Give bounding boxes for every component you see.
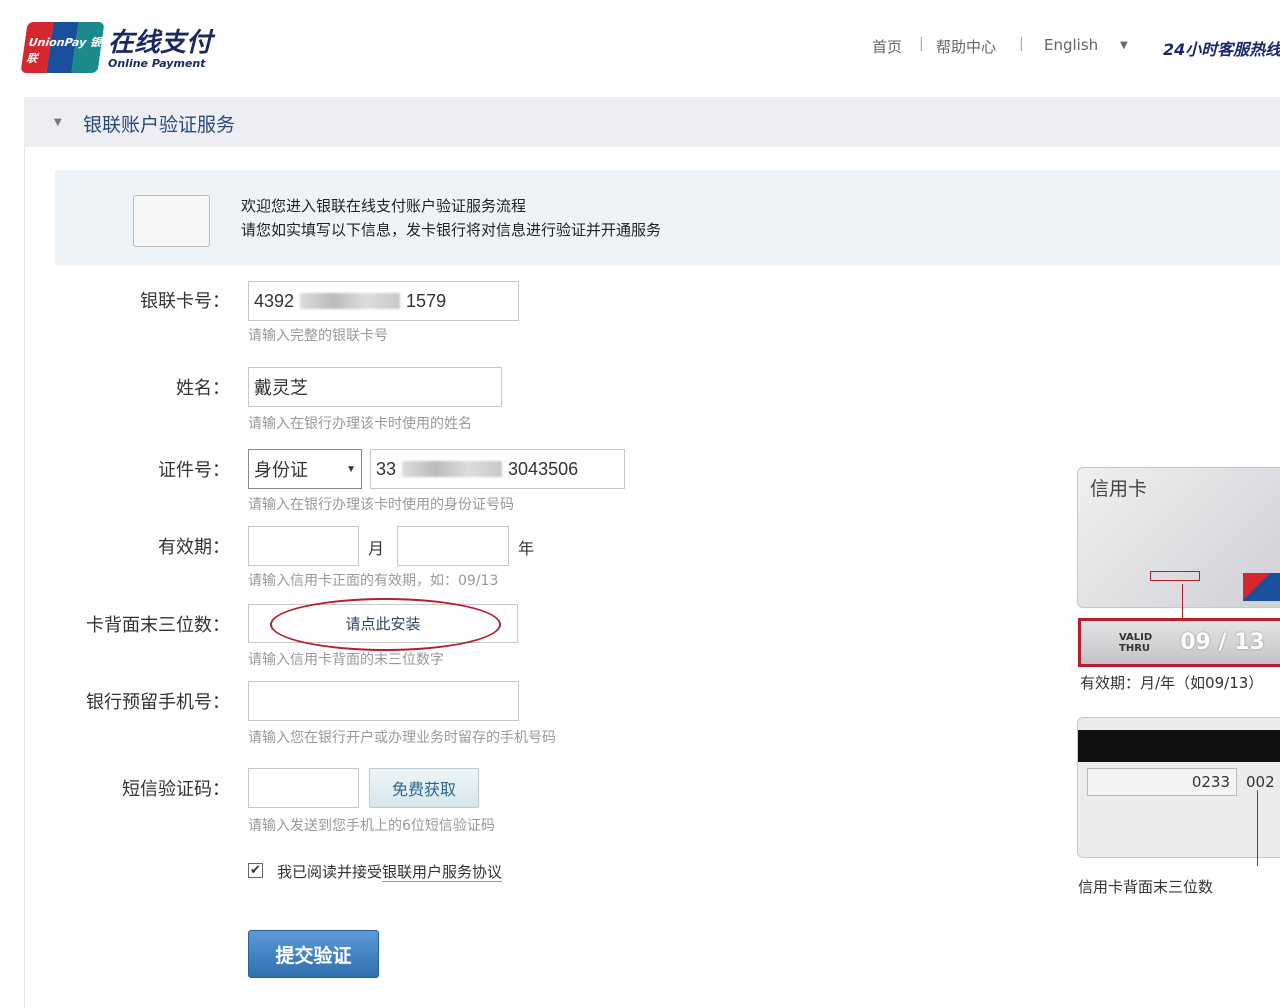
expiry-marker <box>1150 571 1200 581</box>
name-label: 姓名： <box>30 374 230 400</box>
phone-hint: 请输入您在银行开户或办理业务时留存的手机号码 <box>248 727 556 747</box>
pointer-line <box>1257 790 1258 866</box>
nav-divider: | <box>1019 36 1024 52</box>
nav-divider: | <box>919 36 924 52</box>
cvv-hint: 请输入信用卡背面的末三位数字 <box>248 649 444 669</box>
id-number-input[interactable]: 333043506 <box>370 449 625 489</box>
nav-home[interactable]: 首页 <box>872 36 902 57</box>
brand-title: 在线支付 <box>108 22 212 59</box>
pointer-line <box>1182 584 1183 618</box>
sms-hint: 请输入发送到您手机上的6位短信验证码 <box>248 815 495 835</box>
sms-code-input[interactable] <box>248 768 359 808</box>
panel-title: 银联账户验证服务 <box>83 110 235 137</box>
valid-thru-box: VALIDTHRU 09 / 13 <box>1078 618 1280 667</box>
expiry-label: 有效期： <box>30 533 230 559</box>
id-label: 证件号： <box>30 456 230 482</box>
magnetic-stripe <box>1078 730 1280 762</box>
phone-input[interactable] <box>248 681 519 721</box>
card-hint: 请输入完整的银联卡号 <box>248 325 388 345</box>
sms-label: 短信验证码： <box>30 775 230 801</box>
service-agreement-link[interactable]: 银联用户服务协议 <box>382 863 502 882</box>
month-unit: 月 <box>368 535 384 559</box>
agree-text: 我已阅读并接受银联用户服务协议 <box>277 861 502 882</box>
card-illustration-icon <box>133 195 210 247</box>
id-hint: 请输入在银行办理该卡时使用的身份证号码 <box>248 494 514 514</box>
credit-card-back: 0233 002 <box>1077 717 1280 858</box>
cvv-label: 卡背面末三位数： <box>30 611 230 637</box>
credit-card-front: 信用卡 <box>1077 467 1280 608</box>
hotline: 24小时客服热线 <box>1163 36 1280 60</box>
unionpay-logo: UnionPay 银联 <box>20 22 104 73</box>
submit-button[interactable]: 提交验证 <box>248 930 379 978</box>
name-input[interactable]: 戴灵芝 <box>248 367 502 407</box>
expiry-month-input[interactable] <box>248 526 359 566</box>
nav-help[interactable]: 帮助中心 <box>936 36 996 57</box>
chevron-down-icon[interactable]: ▼ <box>1120 40 1128 51</box>
card-label: 银联卡号： <box>30 287 230 313</box>
card-number-input[interactable]: 43921579 <box>248 281 519 321</box>
expiry-hint: 请输入信用卡正面的有效期，如：09/13 <box>248 570 498 590</box>
phone-label: 银行预留手机号： <box>30 688 230 714</box>
masked-digits <box>402 461 502 477</box>
unionpay-mark-icon <box>1243 573 1280 601</box>
year-unit: 年 <box>518 535 534 559</box>
highlight-ellipse <box>270 598 501 651</box>
get-sms-code-button[interactable]: 免费获取 <box>369 768 479 808</box>
name-hint: 请输入在银行办理该卡时使用的姓名 <box>248 413 472 433</box>
chevron-down-icon: ▼ <box>346 464 356 475</box>
back-caption: 信用卡背面末三位数 <box>1078 876 1213 897</box>
brand-subtitle: Online Payment <box>108 57 205 70</box>
id-type-select[interactable]: 身份证▼ <box>248 449 362 489</box>
collapse-icon[interactable]: ▼ <box>54 117 62 128</box>
front-caption: 有效期：月/年（如09/13） <box>1080 672 1263 693</box>
agree-checkbox[interactable]: ✔ <box>248 863 263 878</box>
intro-box <box>55 170 1280 265</box>
intro-text: 欢迎您进入银联在线支付账户验证服务流程 请您如实填写以下信息，发卡银行将对信息进… <box>241 194 661 242</box>
masked-digits <box>300 293 400 309</box>
nav-language[interactable]: English <box>1044 36 1098 54</box>
expiry-year-input[interactable] <box>397 526 509 566</box>
